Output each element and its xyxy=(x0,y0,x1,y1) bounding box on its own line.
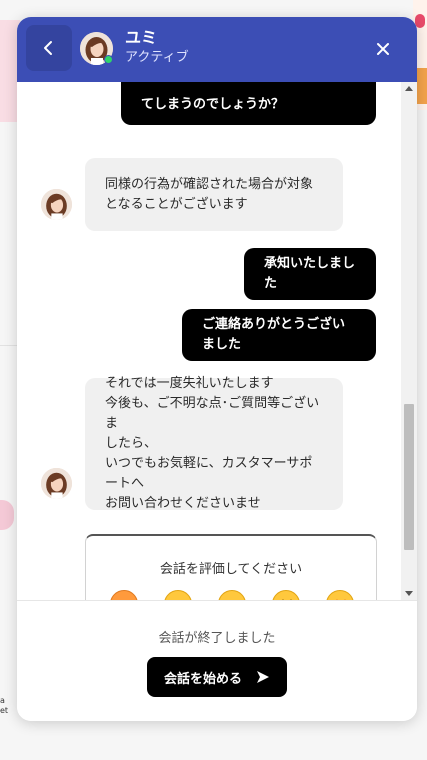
chat-widget: ユミ アクティブ てしまうのでしょうか？ 同様の行為が確認された場合が対象 とな… xyxy=(17,17,417,721)
message-text: それでは一度失礼いたします 今後も、ご不明な点･ご質問等ございま したら、 いつ… xyxy=(105,376,320,511)
chat-header: ユミ アクティブ xyxy=(17,17,417,82)
back-button[interactable] xyxy=(26,25,72,71)
start-conversation-label: 会話を始める xyxy=(163,671,242,687)
rating-title: 会話を評価してください xyxy=(159,562,303,577)
scrollbar[interactable] xyxy=(401,82,417,600)
scroll-up-arrow-icon[interactable] xyxy=(405,86,413,91)
neutral-face-icon[interactable] xyxy=(218,590,246,600)
message-text: てしまうのでしょうか？ xyxy=(141,97,285,112)
background-text: a et xyxy=(0,696,9,715)
background-divider xyxy=(0,345,18,346)
agent-status: アクティブ xyxy=(125,50,189,65)
user-message: てしまうのでしょうか？ xyxy=(121,82,376,125)
chat-footer: 会話が終了しました 会話を始める xyxy=(17,600,417,721)
grinning-face-icon[interactable] xyxy=(272,590,300,600)
background-decoration xyxy=(0,500,14,530)
agent-avatar xyxy=(41,468,72,499)
start-conversation-button[interactable]: 会話を始める xyxy=(147,657,287,697)
message-text: 承知いたしました xyxy=(264,256,356,291)
close-button[interactable] xyxy=(369,35,397,63)
close-icon xyxy=(377,43,389,55)
agent-avatar xyxy=(41,189,72,220)
send-icon xyxy=(257,671,269,683)
user-message: 承知いたしました xyxy=(244,248,376,300)
message-text: 同様の行為が確認された場合が対象 となることがございます xyxy=(105,176,314,212)
rating-options xyxy=(110,590,354,600)
frowning-face-icon[interactable] xyxy=(164,590,192,600)
scrollbar-thumb[interactable] xyxy=(404,404,414,550)
message-list: てしまうのでしょうか？ 同様の行為が確認された場合が対象 となることがございます… xyxy=(17,82,401,600)
chevron-left-icon xyxy=(44,41,52,55)
angry-face-icon[interactable] xyxy=(110,590,138,600)
rating-card: 会話を評価してください xyxy=(85,534,377,600)
star-struck-face-icon[interactable] xyxy=(326,590,354,600)
online-status-dot xyxy=(104,55,113,64)
agent-message: 同様の行為が確認された場合が対象 となることがございます xyxy=(85,158,343,231)
user-message: ご連絡ありがとうございました xyxy=(182,309,376,361)
scroll-down-arrow-icon[interactable] xyxy=(405,591,413,596)
conversation-ended-text: 会話が終了しました xyxy=(158,631,276,646)
agent-message: それでは一度失礼いたします 今後も、ご不明な点･ご質問等ございま したら、 いつ… xyxy=(85,376,343,511)
message-text: ご連絡ありがとうございました xyxy=(202,317,346,352)
agent-name: ユミ xyxy=(125,28,158,47)
